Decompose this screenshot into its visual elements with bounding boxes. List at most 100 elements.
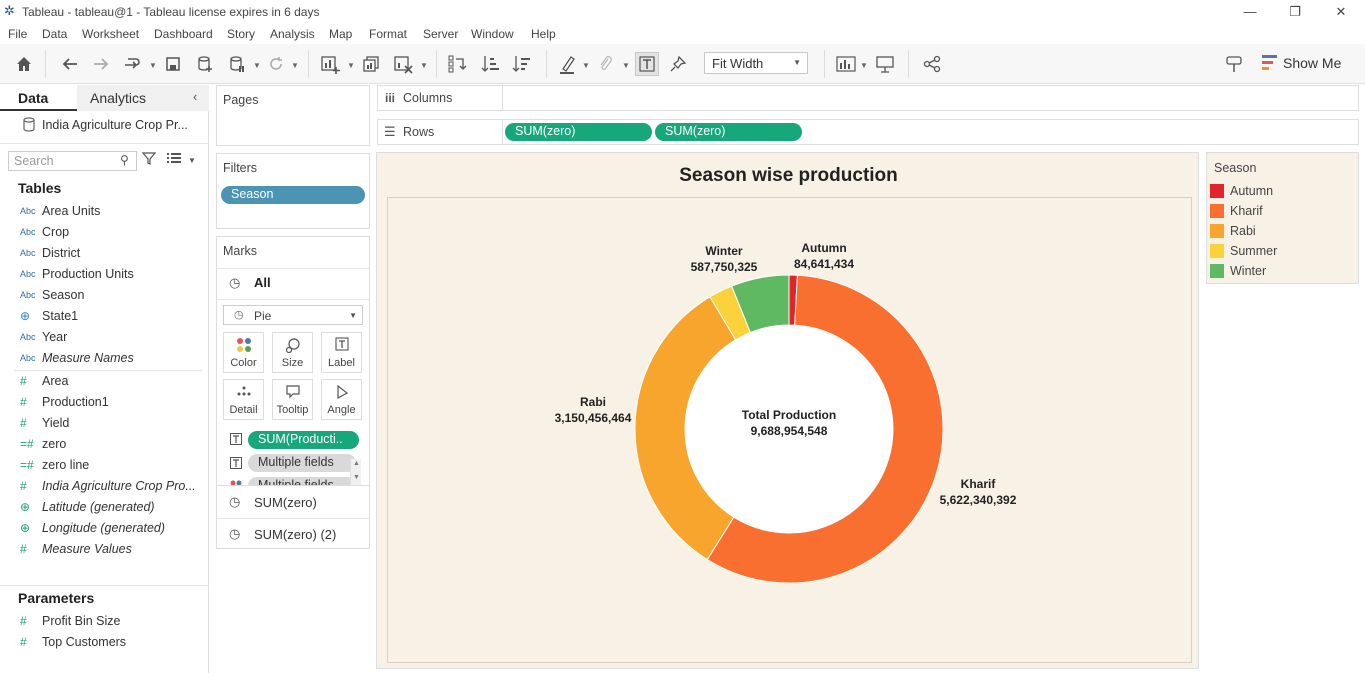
rows-pill-sum-zero-2[interactable]: SUM(zero)	[655, 123, 802, 141]
field-zero-line[interactable]: =# zero line	[20, 455, 89, 475]
field-india-agriculture-count[interactable]: # India Agriculture Crop Pro...	[20, 476, 196, 496]
field-crop[interactable]: Abc Crop	[20, 222, 69, 242]
sort-descending-icon[interactable]	[509, 52, 533, 76]
menu-data[interactable]: Data	[42, 27, 67, 41]
new-worksheet-icon[interactable]	[318, 52, 342, 76]
marks-scrollbar[interactable]: ▲ ▼	[350, 459, 361, 485]
chevron-down-icon[interactable]: ▼	[188, 156, 196, 165]
view-list-icon[interactable]	[167, 152, 181, 166]
clear-sheet-icon[interactable]	[391, 52, 415, 76]
new-datasource-icon[interactable]	[193, 52, 217, 76]
field-year[interactable]: Abc Year	[20, 327, 67, 347]
save-icon[interactable]	[161, 52, 185, 76]
filters-card[interactable]: Filters Season	[216, 153, 370, 229]
show-me-button[interactable]: Show Me	[1283, 55, 1341, 71]
tooltip-button[interactable]: Tooltip	[272, 379, 313, 420]
restore-icon[interactable]: ❐	[1281, 2, 1309, 22]
chevron-down-icon[interactable]: ▼	[253, 61, 261, 70]
search-field[interactable]: Search ⚲	[8, 151, 137, 171]
field-latitude[interactable]: ⊕ Latitude (generated)	[20, 497, 155, 517]
field-season[interactable]: Abc Season	[20, 285, 84, 305]
home-icon[interactable]	[12, 52, 36, 76]
marks-card-sum-zero-2[interactable]: SUM(zero) (2)	[254, 527, 336, 542]
field-production1[interactable]: # Production1	[20, 392, 109, 412]
close-icon[interactable]: ✕	[1327, 2, 1355, 22]
menu-format[interactable]: Format	[369, 27, 407, 41]
angle-button[interactable]: Angle	[321, 379, 362, 420]
field-measure-names[interactable]: Abc Measure Names	[20, 348, 134, 368]
tab-data[interactable]: Data	[0, 85, 77, 111]
menu-map[interactable]: Map	[329, 27, 352, 41]
tab-analytics[interactable]: Analytics	[77, 85, 209, 111]
size-button[interactable]: Size	[272, 332, 313, 373]
columns-shelf[interactable]: iii Columns	[377, 85, 1359, 111]
swap-rows-columns-icon[interactable]	[445, 52, 469, 76]
field-state1[interactable]: ⊕ State1	[20, 306, 78, 326]
menu-dashboard[interactable]: Dashboard	[154, 27, 213, 41]
field-longitude[interactable]: ⊕ Longitude (generated)	[20, 518, 165, 538]
field-area[interactable]: # Area	[20, 371, 68, 391]
show-mark-labels-icon[interactable]	[635, 52, 659, 76]
menu-window[interactable]: Window	[471, 27, 514, 41]
fit-dropdown[interactable]: Fit Width ▼	[704, 52, 808, 74]
presentation-mode-icon[interactable]	[873, 52, 897, 76]
replay-icon[interactable]	[120, 52, 144, 76]
rows-pill-sum-zero[interactable]: SUM(zero)	[505, 123, 652, 141]
sort-ascending-icon[interactable]	[478, 52, 502, 76]
marks-all-tab[interactable]: All	[254, 275, 271, 290]
group-members-icon[interactable]	[594, 52, 618, 76]
minimize-icon[interactable]: —	[1236, 2, 1264, 22]
menu-story[interactable]: Story	[227, 27, 255, 41]
highlight-icon[interactable]	[556, 52, 580, 76]
chevron-down-icon[interactable]: ▼	[860, 61, 868, 70]
menu-server[interactable]: Server	[423, 27, 458, 41]
detail-button[interactable]: Detail	[223, 379, 264, 420]
chevron-down-icon[interactable]: ▼	[582, 61, 590, 70]
marks-pill-multiple-fields[interactable]: Multiple fields	[248, 454, 356, 472]
fix-axes-icon[interactable]	[666, 52, 690, 76]
donut-chart[interactable]: Total Production 9,688,954,548 Autumn 84,64…	[388, 198, 1191, 662]
chevron-down-icon[interactable]: ▼	[291, 61, 299, 70]
menu-help[interactable]: Help	[531, 27, 556, 41]
scroll-down-icon[interactable]: ▼	[353, 474, 360, 481]
field-production-units[interactable]: Abc Production Units	[20, 264, 134, 284]
chevron-down-icon[interactable]: ▼	[622, 61, 630, 70]
marks-pill-sum-production[interactable]: SUM(Producti..	[248, 431, 359, 449]
pause-updates-icon[interactable]	[225, 52, 249, 76]
datasource-name[interactable]: India Agriculture Crop Pr...	[42, 118, 188, 132]
scroll-up-icon[interactable]: ▲	[353, 460, 360, 467]
collapse-pane-icon[interactable]: ‹	[193, 89, 197, 104]
legend-item-summer[interactable]: Summer	[1210, 243, 1277, 259]
legend-item-kharif[interactable]: Kharif	[1210, 203, 1263, 219]
pages-card[interactable]: Pages	[216, 85, 370, 146]
share-icon[interactable]	[920, 52, 944, 76]
parameter-top-customers[interactable]: # Top Customers	[20, 632, 126, 652]
undo-icon[interactable]	[58, 52, 82, 76]
show-cards-icon[interactable]	[834, 52, 858, 76]
filter-icon[interactable]	[141, 151, 157, 167]
chevron-down-icon[interactable]: ▼	[347, 61, 355, 70]
refresh-icon[interactable]	[264, 52, 288, 76]
field-district[interactable]: Abc District	[20, 243, 80, 263]
field-zero[interactable]: =# zero	[20, 434, 66, 454]
legend-item-rabi[interactable]: Rabi	[1210, 223, 1256, 239]
tooltip-highlighter-icon[interactable]	[1222, 52, 1246, 76]
chevron-down-icon[interactable]: ▼	[149, 61, 157, 70]
filter-pill-season[interactable]: Season	[221, 186, 365, 204]
color-button[interactable]: Color	[223, 332, 264, 373]
marks-card-sum-zero[interactable]: SUM(zero)	[254, 495, 317, 510]
parameter-profit-bin-size[interactable]: # Profit Bin Size	[20, 611, 121, 631]
redo-icon[interactable]	[89, 52, 113, 76]
menu-file[interactable]: File	[8, 27, 27, 41]
legend-item-autumn[interactable]: Autumn	[1210, 183, 1273, 199]
field-measure-values[interactable]: # Measure Values	[20, 539, 132, 559]
chevron-down-icon[interactable]: ▼	[420, 61, 428, 70]
legend-item-winter[interactable]: Winter	[1210, 263, 1266, 279]
mark-type-dropdown[interactable]: ◷ Pie ▼	[223, 305, 363, 325]
duplicate-sheet-icon[interactable]	[359, 52, 383, 76]
menu-analysis[interactable]: Analysis	[270, 27, 315, 41]
label-button[interactable]: Label	[321, 332, 362, 373]
rows-shelf[interactable]: ☰ Rows SUM(zero) SUM(zero)	[377, 119, 1359, 145]
menu-worksheet[interactable]: Worksheet	[82, 27, 139, 41]
field-area-units[interactable]: Abc Area Units	[20, 201, 100, 221]
